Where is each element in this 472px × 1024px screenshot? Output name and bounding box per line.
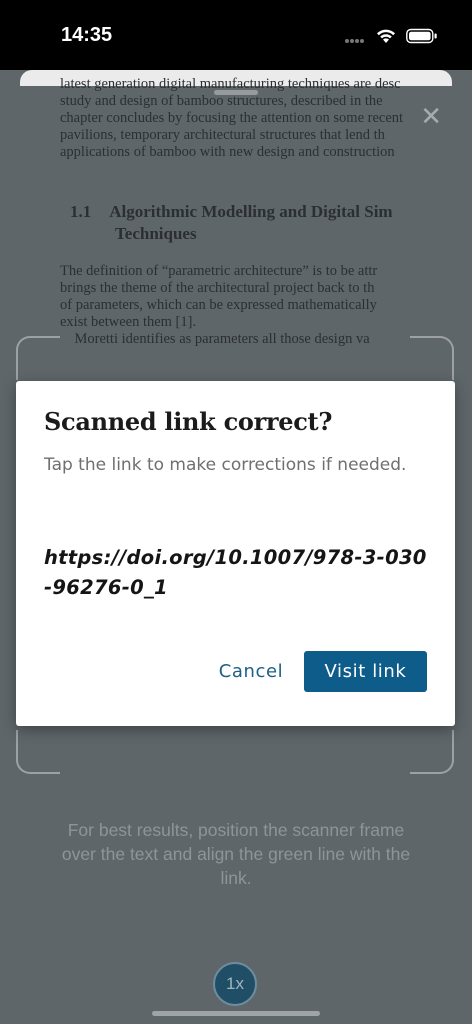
frame-corner [16,336,60,380]
frame-corner [410,336,454,380]
document-line: chapter concludes by focusing the attent… [60,110,404,126]
home-indicator [152,1011,320,1016]
document-line: of parameters, which can be expressed ma… [60,297,377,313]
document-line: pavilions, temporary architectural struc… [60,127,385,143]
dialog-title: Scanned link correct? [44,407,333,436]
document-line: exist between them [1]. [60,314,197,330]
close-icon[interactable]: ✕ [420,102,442,132]
cellular-signal-icon [344,29,366,48]
scanner-hint: For best results, position the scanner f… [61,820,411,888]
visit-link-button[interactable]: Visit link [304,651,427,692]
status-icons [344,28,438,48]
frame-corner [410,730,454,774]
battery-icon [406,28,438,48]
zoom-button[interactable]: 1x [213,962,257,1006]
document-heading-continued: Techniques [115,224,197,243]
document-line: brings the theme of the architectural pr… [60,280,375,296]
scanned-document-text: latest generation digital manufacturing … [60,76,472,348]
scanned-link[interactable]: https://doi.org/10.1007/978-3-030-96276-… [44,543,434,603]
document-heading-text: Algorithmic Modelling and Digital Sim [109,202,393,221]
document-line: latest generation digital manufacturing … [60,76,401,92]
document-heading-number: 1.1 [70,202,92,221]
frame-corner [16,730,60,774]
document-line: study and design of bamboo structures, d… [60,93,383,109]
document-line: applications of bamboo with new design a… [60,144,395,160]
cancel-button[interactable]: Cancel [212,651,290,691]
confirm-link-dialog: Scanned link correct? Tap the link to ma… [16,381,455,726]
document-heading: 1.1 Algorithmic Modelling and Digital Sim [70,201,472,223]
status-time: 14:35 [61,24,113,46]
sheet-grabber[interactable] [214,90,258,95]
document-line: The definition of “parametric architectu… [60,263,378,279]
dialog-message: Tap the link to make corrections if need… [44,455,407,475]
wifi-icon [376,28,396,48]
